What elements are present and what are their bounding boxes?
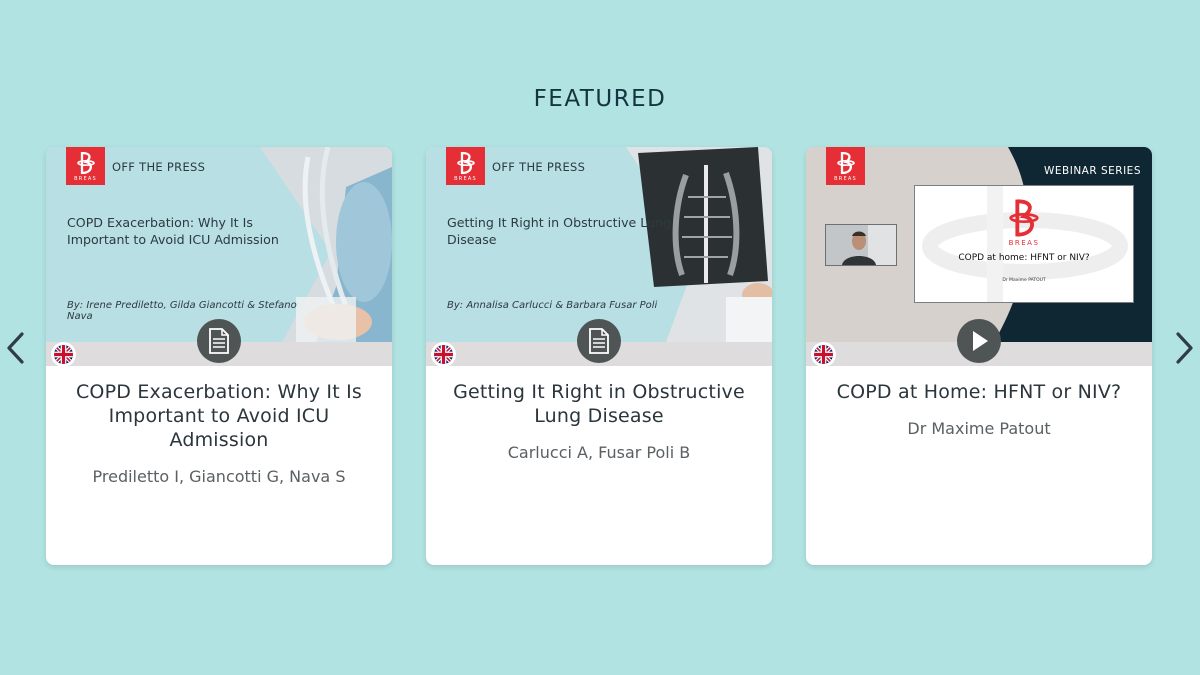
- document-icon: [209, 328, 229, 354]
- breas-logo-icon: [1009, 199, 1039, 237]
- breas-logo: BREAS: [66, 147, 105, 185]
- breas-logo-text: BREAS: [454, 175, 477, 182]
- uk-flag-icon: [814, 345, 833, 364]
- thumbnail-kicker: OFF THE PRESS: [492, 160, 586, 174]
- presenter-image: [826, 225, 896, 265]
- thumbnail-kicker: OFF THE PRESS: [112, 160, 206, 174]
- card-title[interactable]: COPD Exacerbation: Why It Is Important t…: [60, 380, 378, 452]
- breas-logo-text: BREAS: [74, 175, 97, 182]
- card-title[interactable]: Getting It Right in Obstructive Lung Dis…: [440, 380, 758, 428]
- document-button[interactable]: [577, 319, 621, 363]
- document-button[interactable]: [197, 319, 241, 363]
- play-icon: [973, 331, 988, 351]
- presenter-video: [825, 224, 897, 266]
- slide-title: COPD at home: HFNT or NIV?: [958, 253, 1090, 263]
- card-author: Dr Maxime Patout: [907, 419, 1051, 438]
- featured-card[interactable]: BREAS WEBINAR SERIES BREAS COPD at home:: [806, 147, 1152, 565]
- section-title: FEATURED: [533, 86, 667, 112]
- language-badge: [431, 342, 456, 366]
- thumbnail-kicker: WEBINAR SERIES: [1044, 165, 1141, 177]
- breas-logo: BREAS: [826, 147, 865, 185]
- chevron-left-icon: [7, 332, 24, 364]
- document-icon: [589, 328, 609, 354]
- uk-flag-icon: [54, 345, 73, 364]
- language-badge: [811, 342, 836, 366]
- slide-brand: BREAS: [1008, 239, 1040, 247]
- card-author: Carlucci A, Fusar Poli B: [507, 443, 691, 462]
- featured-card[interactable]: BREAS OFF THE PRESS COPD Exacerbation: W…: [46, 147, 392, 565]
- card-thumbnail[interactable]: BREAS WEBINAR SERIES BREAS COPD at home:: [806, 147, 1152, 366]
- carousel-prev-button[interactable]: [2, 330, 32, 366]
- featured-card[interactable]: BREAS OFF THE PRESS Getting It Right in …: [426, 147, 772, 565]
- card-thumbnail[interactable]: BREAS OFF THE PRESS COPD Exacerbation: W…: [46, 147, 392, 366]
- webinar-slide: BREAS COPD at home: HFNT or NIV? Dr Maxi…: [914, 185, 1134, 303]
- card-title[interactable]: COPD at Home: HFNT or NIV?: [820, 380, 1138, 404]
- card-author: Prediletto I, Giancotti G, Nava S: [92, 467, 346, 486]
- card-thumbnail[interactable]: BREAS OFF THE PRESS Getting It Right in …: [426, 147, 772, 366]
- thumbnail-authors: By: Irene Prediletto, Gilda Giancotti & …: [67, 300, 297, 322]
- thumbnail-title: COPD Exacerbation: Why It Is Important t…: [67, 215, 279, 247]
- breas-logo-icon: [456, 151, 475, 174]
- thumbnail-authors: By: Annalisa Carlucci & Barbara Fusar Po…: [447, 300, 658, 311]
- play-button[interactable]: [957, 319, 1001, 363]
- chevron-right-icon: [1176, 332, 1193, 364]
- carousel-next-button[interactable]: [1168, 330, 1198, 366]
- breas-logo-text: BREAS: [834, 175, 857, 182]
- slide-presenter: Dr Maxime PATOUT: [1002, 278, 1046, 283]
- language-badge: [51, 342, 76, 366]
- breas-logo-icon: [836, 151, 855, 174]
- breas-logo-icon: [76, 151, 95, 174]
- breas-logo: BREAS: [446, 147, 485, 185]
- thumbnail-title: Getting It Right in Obstructive Lung Dis…: [447, 215, 672, 247]
- uk-flag-icon: [434, 345, 453, 364]
